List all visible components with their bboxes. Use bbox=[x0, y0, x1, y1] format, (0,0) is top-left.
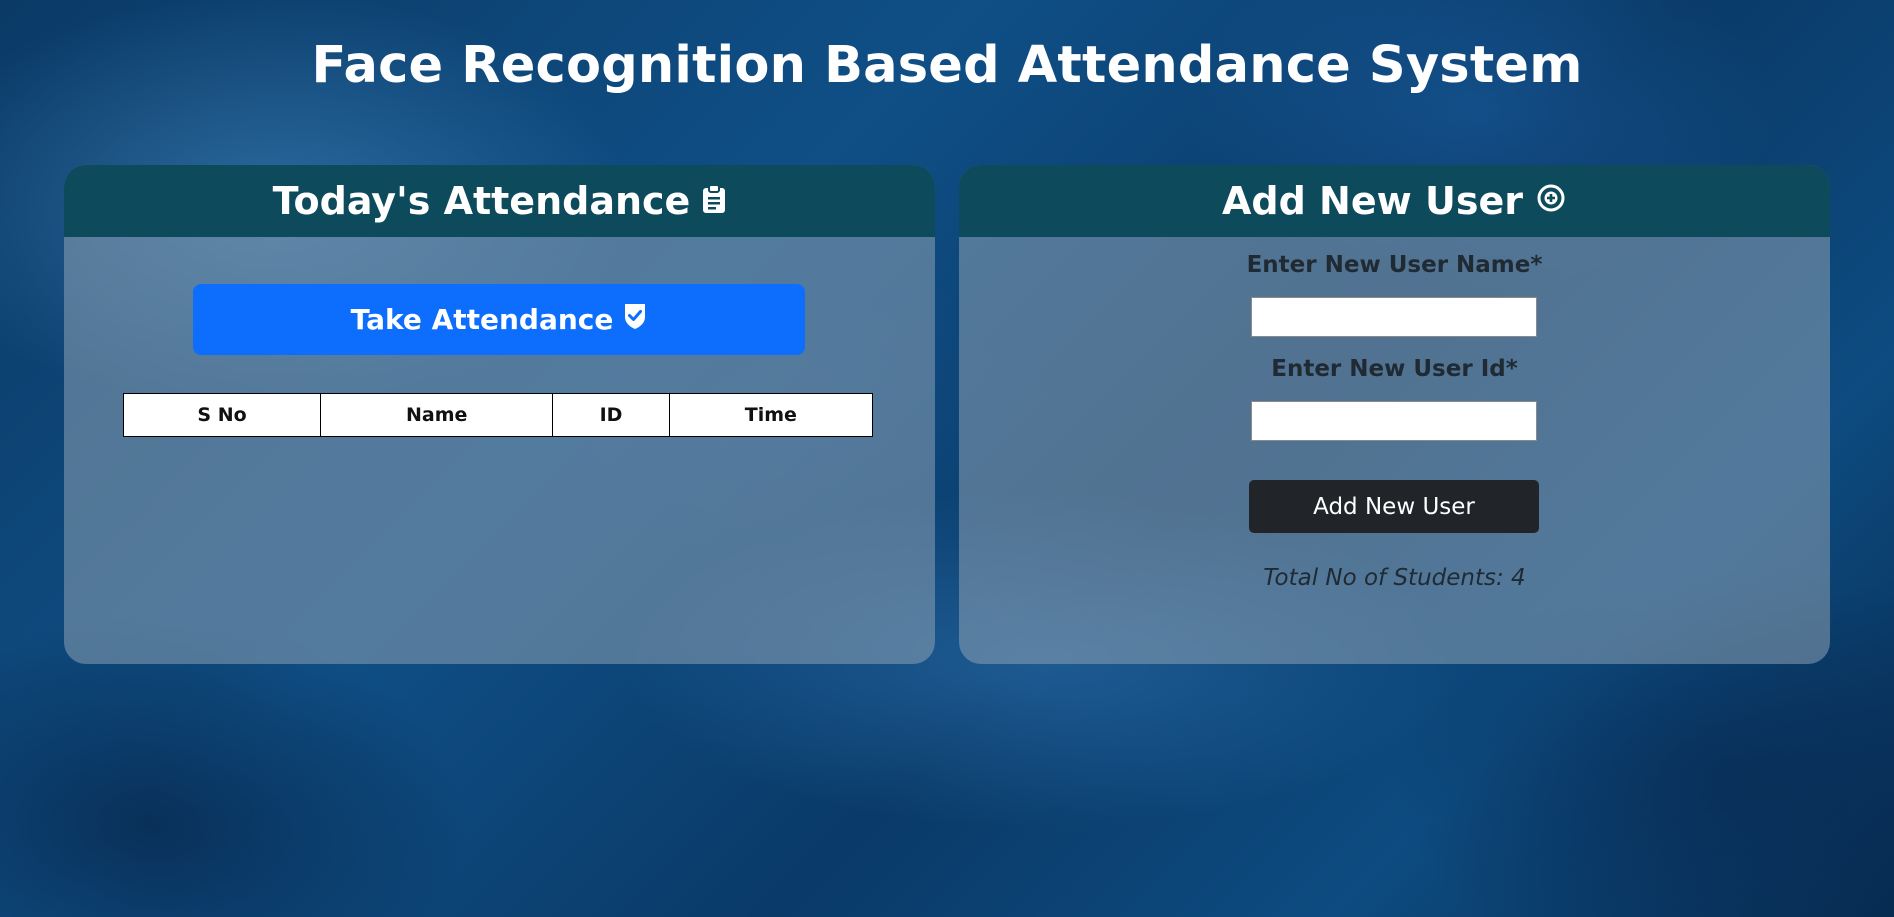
clipboard-icon bbox=[702, 179, 726, 223]
user-id-label: Enter New User Id* bbox=[1271, 356, 1518, 382]
attendance-panel: Today's Attendance Take Attendance S No … bbox=[64, 165, 935, 664]
user-id-input[interactable] bbox=[1251, 401, 1537, 441]
page-title: Face Recognition Based Attendance System bbox=[311, 36, 1583, 95]
attendance-table-header-row: S No Name ID Time bbox=[122, 393, 874, 437]
column-header-name: Name bbox=[320, 393, 554, 437]
plus-circle-icon bbox=[1535, 179, 1567, 223]
total-students-text: Total No of Students: 4 bbox=[1263, 565, 1526, 591]
attendance-panel-title: Today's Attendance bbox=[272, 179, 691, 223]
take-attendance-label: Take Attendance bbox=[350, 303, 614, 336]
add-user-panel-title: Add New User bbox=[1222, 179, 1523, 223]
shield-check-icon bbox=[623, 302, 647, 337]
take-attendance-button[interactable]: Take Attendance bbox=[193, 284, 805, 355]
column-header-id: ID bbox=[552, 393, 670, 437]
attendance-panel-header: Today's Attendance bbox=[64, 165, 935, 237]
column-header-sno: S No bbox=[122, 393, 322, 437]
user-name-input[interactable] bbox=[1251, 297, 1537, 337]
column-header-time: Time bbox=[668, 393, 874, 437]
add-user-panel-header: Add New User bbox=[959, 165, 1830, 237]
add-new-user-button[interactable]: Add New User bbox=[1249, 480, 1539, 533]
attendance-table: S No Name ID Time bbox=[122, 393, 874, 437]
user-name-label: Enter New User Name* bbox=[1246, 252, 1543, 278]
add-user-panel: Add New User Enter New User Name* Enter … bbox=[959, 165, 1830, 664]
